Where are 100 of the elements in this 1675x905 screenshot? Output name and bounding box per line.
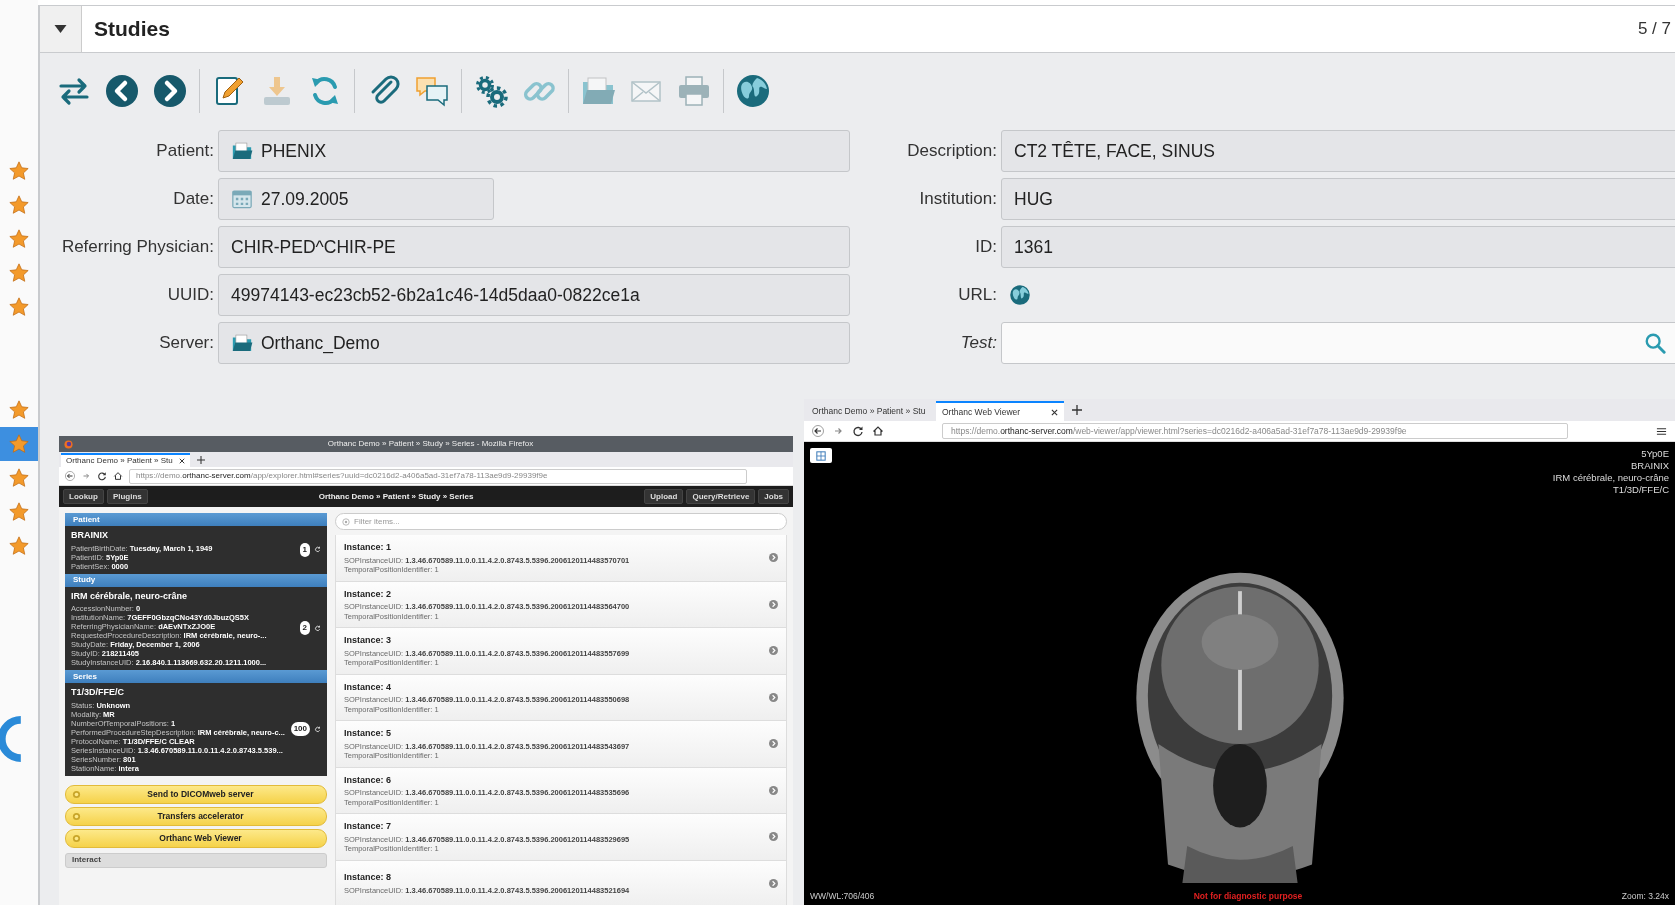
page-title: Studies (94, 16, 170, 43)
instance-title: Instance: 2 (344, 587, 393, 601)
instance-title: Instance: 4 (344, 680, 393, 694)
field-label: URL: (957, 284, 998, 307)
browser-tab[interactable]: Orthanc Web Viewer (936, 401, 1064, 421)
panel-title: IRM cérébrale, neuro-crâne (71, 589, 189, 603)
instance-title: Instance: 3 (344, 634, 393, 648)
dropdown-button[interactable] (40, 6, 82, 52)
browser-tab[interactable]: Orthanc Demo » Patient » Stu (806, 401, 934, 421)
filter-icon (342, 517, 350, 526)
nav-button[interactable]: Upload (644, 489, 684, 504)
chevron-icon (769, 553, 778, 563)
form-field[interactable]: 1361 (1001, 226, 1675, 268)
globe-icon (735, 72, 771, 109)
close-icon[interactable] (178, 458, 185, 464)
search-field[interactable] (1001, 322, 1675, 364)
action-button[interactable]: Transfers accelerator (65, 806, 327, 826)
form-field[interactable]: PHENIX (218, 130, 850, 172)
nav-button[interactable]: Jobs (758, 489, 789, 504)
instance-title: Instance: 6 (344, 773, 393, 787)
calendar-icon (231, 188, 253, 210)
form-field[interactable]: Orthanc_Demo (218, 322, 850, 364)
form-field[interactable]: CHIR-PED^CHIR-PE (218, 226, 850, 268)
section-header: Patient (65, 513, 327, 526)
layout-button[interactable] (810, 448, 832, 463)
menu-icon[interactable] (1656, 425, 1667, 437)
action-button[interactable]: Orthanc Web Viewer (65, 828, 327, 848)
home-icon[interactable] (113, 471, 123, 481)
form-field[interactable]: HUG (1001, 178, 1675, 220)
star-icon (8, 433, 30, 455)
browser-tab[interactable]: Orthanc Demo » Patient » Stu (61, 453, 190, 467)
nav-button[interactable]: Lookup (63, 489, 104, 504)
window-title: Orthanc Demo » Patient » Study » Series - Mozilla Firefox (326, 438, 535, 450)
field-label: Test: (959, 332, 998, 355)
form-field[interactable]: CT2 TÊTE, FACE, SINUS (1001, 130, 1675, 172)
globe-icon[interactable] (1009, 284, 1031, 306)
browser-icon (64, 439, 73, 449)
breadcrumb-title: Orthanc Demo » Patient » Study » Series (317, 490, 475, 503)
address-bar[interactable]: https://demo.orthanc-server.com/app/explorer.html#series?uuid=dc0216d2-a406a5ad-31ef7a78-113ae9d9-29939f9e (129, 468, 747, 484)
circle-icon (72, 833, 81, 843)
count-badge: 100 (290, 722, 310, 737)
overlay-text: T1/3D/FFE/C (1612, 483, 1669, 496)
action-button[interactable]: Send to DICOMweb server (65, 784, 327, 804)
star-icon (8, 262, 30, 284)
star-icon (8, 501, 30, 523)
star-icon (8, 194, 30, 216)
back-icon[interactable] (812, 425, 824, 437)
section-header: Series (65, 670, 327, 683)
panel-title: T1/3D/FFE/C (71, 686, 125, 699)
search-icon[interactable] (1644, 332, 1666, 354)
star-button[interactable] (0, 427, 38, 461)
panel-title: BRAINIX (71, 529, 109, 542)
instance-title: Instance: 8 (344, 871, 393, 885)
folder-icon (231, 140, 253, 162)
chevron-icon (769, 878, 778, 888)
nav-button[interactable]: Plugins (106, 489, 148, 504)
field-label: Server: (158, 332, 215, 355)
address-bar[interactable]: https://demo.orthanc-server.com/web-viewer/app/viewer.html?series=dc0216d2-a406a5ad-31ef7a78-113ae9d9-29939f9e (942, 423, 1568, 439)
circle-icon (72, 811, 81, 821)
star-icon (8, 399, 30, 421)
overlay-text: 5Yp0E (1640, 448, 1669, 460)
count-badge: 2 (299, 621, 310, 636)
circle-icon (72, 789, 81, 799)
forward-icon[interactable] (81, 471, 91, 481)
caret-icon (54, 25, 67, 33)
arrow-icon[interactable] (314, 546, 321, 554)
new-tab-icon[interactable] (1072, 405, 1082, 415)
folder-icon (231, 332, 253, 354)
field-label: Description: (906, 140, 998, 163)
arrow-icon[interactable] (314, 624, 321, 632)
chevron-icon (769, 832, 778, 842)
viewer-status: WW/WL:706/406 (810, 890, 875, 903)
star-icon (8, 467, 30, 489)
field-label: UUID: (166, 284, 215, 307)
instance-title: Instance: 1 (344, 541, 393, 555)
star-icon (8, 160, 30, 182)
reload-icon[interactable] (97, 471, 107, 481)
star-icon (8, 228, 30, 250)
form-field[interactable]: 27.09.2005 (218, 178, 494, 220)
new-tab-icon[interactable] (196, 455, 205, 464)
field-label: Referring Physician: (60, 236, 215, 259)
close-icon[interactable] (1051, 408, 1058, 416)
chevron-icon (769, 646, 778, 656)
record-counter: 5 / 7 (1637, 18, 1671, 41)
nav-button[interactable]: Query/Retrieve (686, 489, 756, 504)
overlay-text: BRAINIX (1630, 459, 1669, 472)
zoom-level: Zoom: 3.24x (1621, 890, 1669, 903)
grid-icon (816, 450, 826, 461)
section-header: Interact (65, 852, 327, 868)
reload-icon[interactable] (852, 425, 864, 437)
next-icon (152, 72, 188, 109)
star-icon (8, 296, 30, 318)
arrow-icon[interactable] (314, 725, 321, 733)
home-icon[interactable] (872, 425, 884, 437)
form-field[interactable]: 49974143-ec23cb52-6b2a1c46-14d5daa0-0822ce1a (218, 274, 850, 316)
chevron-icon (769, 599, 778, 609)
previous-icon (104, 72, 140, 109)
chevron-icon (769, 785, 778, 795)
instance-title: Instance: 5 (344, 727, 393, 741)
chevron-icon (769, 692, 778, 702)
